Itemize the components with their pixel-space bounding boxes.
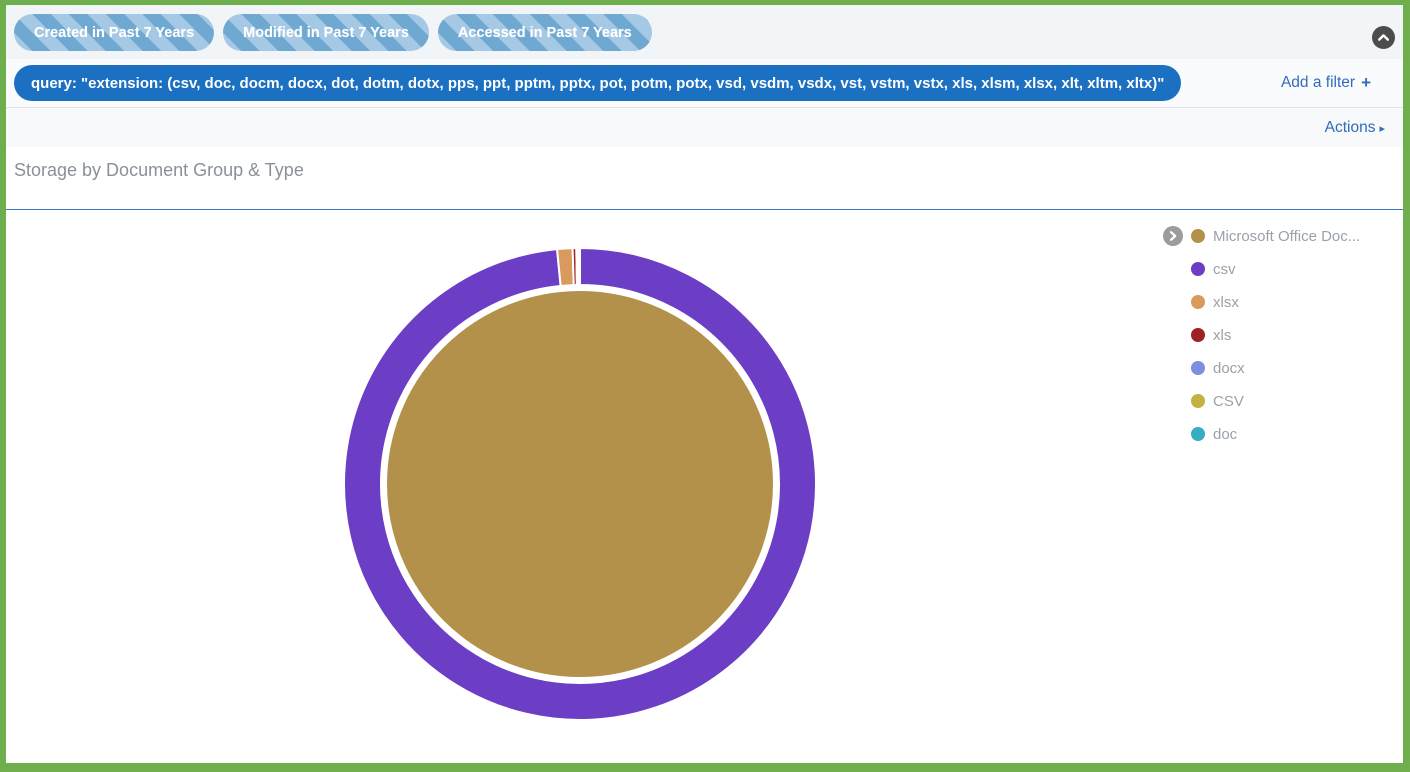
filter-pill-accessed[interactable]: Accessed in Past 7 Years — [438, 14, 652, 51]
legend-item-xlsx[interactable]: xlsx — [1163, 292, 1393, 312]
legend-item-docx[interactable]: docx — [1163, 358, 1393, 378]
legend-expand-icon[interactable] — [1163, 226, 1183, 246]
legend-item-xls[interactable]: xls — [1163, 325, 1393, 345]
caret-right-icon: ▸ — [1379, 122, 1385, 135]
legend-label: CSV — [1213, 393, 1244, 410]
filter-pill-modified[interactable]: Modified in Past 7 Years — [223, 14, 429, 51]
legend-label: docx — [1213, 360, 1245, 377]
legend-label: Microsoft Office Doc... — [1213, 228, 1360, 245]
legend-swatch — [1191, 328, 1205, 342]
legend-item-csv[interactable]: csv — [1163, 259, 1393, 279]
query-filter-pill[interactable]: query: "extension: (csv, doc, docm, docx… — [14, 65, 1181, 101]
legend-label: xlsx — [1213, 294, 1239, 311]
legend-label: csv — [1213, 261, 1236, 278]
plus-icon: + — [1361, 73, 1371, 93]
actions-menu-button[interactable]: Actions ▸ — [1325, 119, 1385, 137]
collapse-panel-button[interactable] — [1372, 26, 1395, 49]
pie-slice-doc[interactable] — [579, 248, 580, 285]
report-header: Storage by Document Group & Type — [6, 147, 1403, 210]
chevron-right-icon — [1167, 230, 1179, 242]
legend-swatch — [1191, 361, 1205, 375]
chevron-up-icon — [1376, 30, 1391, 45]
report-title: Storage by Document Group & Type — [14, 158, 1403, 182]
query-filter-bar: query: "extension: (csv, doc, docm, docx… — [6, 59, 1403, 107]
add-filter-button[interactable]: Add a filter + — [1281, 73, 1371, 93]
chart-legend: Microsoft Office Doc... csv xlsx xls docx CSV… — [1163, 226, 1393, 444]
legend-swatch — [1191, 295, 1205, 309]
legend-swatch — [1191, 229, 1205, 243]
legend-label: xls — [1213, 327, 1231, 344]
storage-donut-chart[interactable] — [330, 234, 830, 734]
saved-filters-bar: Created in Past 7 Years Modified in Past… — [6, 5, 1403, 59]
add-filter-label: Add a filter — [1281, 74, 1355, 92]
legend-label: doc — [1213, 426, 1237, 443]
filter-pill-created[interactable]: Created in Past 7 Years — [14, 14, 214, 51]
legend-item-csv[interactable]: CSV — [1163, 391, 1393, 411]
legend-swatch — [1191, 427, 1205, 441]
actions-label: Actions — [1325, 119, 1376, 137]
analytics-report-panel: Created in Past 7 Years Modified in Past… — [0, 0, 1410, 772]
actions-bar: Actions ▸ — [6, 107, 1403, 147]
legend-swatch — [1191, 394, 1205, 408]
pie-center-microsoft-office-documents[interactable] — [385, 289, 775, 679]
pie-slice-xlsx[interactable] — [557, 248, 574, 286]
legend-item-microsoft-office-doc[interactable]: Microsoft Office Doc... — [1163, 226, 1393, 246]
legend-swatch — [1191, 262, 1205, 276]
legend-item-doc[interactable]: doc — [1163, 424, 1393, 444]
chart-area: Microsoft Office Doc... csv xlsx xls docx CSV… — [6, 210, 1403, 763]
